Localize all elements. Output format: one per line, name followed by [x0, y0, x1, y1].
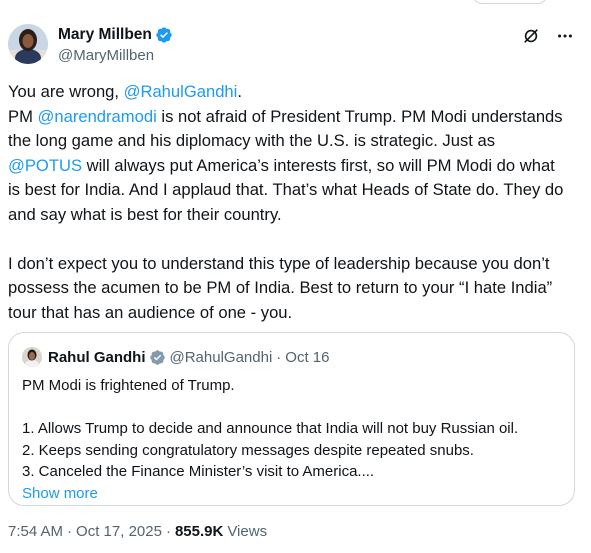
tweet-text-segment: .: [237, 82, 242, 101]
author-display-name[interactable]: Mary Millben: [58, 26, 152, 44]
quoted-verified-badge-icon: [149, 349, 166, 366]
grok-icon[interactable]: [521, 26, 541, 46]
tweet-date[interactable]: Oct 17, 2025: [76, 523, 162, 540]
quoted-author-handle: @RahulGandhi: [169, 348, 273, 366]
quoted-list-item-2: 2. Keeps sending congratulatory messages…: [22, 441, 474, 459]
mention-rahulgandhi-link[interactable]: @RahulGandhi: [124, 82, 238, 101]
tweet-text-segment: will always put America’s interests firs…: [8, 155, 564, 224]
quoted-list-item-1: 1. Allows Trump to decide and announce t…: [22, 420, 519, 437]
quoted-author-display-name: Rahul Gandhi: [48, 348, 146, 366]
tweet-paragraph-2: PM @narendramodi is not afraid of Presid…: [8, 105, 568, 228]
views-label: Views: [227, 523, 268, 540]
quoted-separator: ·: [276, 348, 282, 366]
quoted-list-item-3: 3. Canceled the Finance Minister’s visit…: [22, 463, 375, 480]
quoted-tweet-card[interactable]: Rahul Gandhi @RahulGandhi · Oct 16 PM Mo…: [8, 332, 575, 506]
tweet-paragraph-3: I don’t expect you to understand this ty…: [8, 253, 553, 322]
quoted-author-avatar: [22, 347, 42, 367]
views-count[interactable]: 855.9K: [175, 523, 223, 540]
author-handle[interactable]: @MaryMillben: [58, 47, 173, 64]
mention-narendramodi-link[interactable]: @narendramodi: [38, 107, 157, 126]
meta-separator: ·: [67, 523, 73, 540]
mention-potus-link[interactable]: @POTUS: [8, 156, 82, 175]
tweet-meta: 7:54 AM · Oct 17, 2025 · 855.9K Views: [8, 523, 267, 540]
header-actions: [521, 24, 575, 46]
show-more-link[interactable]: Show more: [22, 483, 561, 505]
more-icon[interactable]: [555, 26, 575, 46]
tweet-text-segment: You are wrong,: [8, 82, 124, 101]
quoted-line-1: PM Modi is frightened of Trump.: [22, 377, 235, 394]
quoted-tweet-date: Oct 16: [285, 348, 330, 366]
meta-separator: ·: [165, 523, 171, 540]
author-avatar[interactable]: [8, 24, 48, 64]
quoted-tweet-body: PM Modi is frightened of Trump. 1. Allow…: [22, 375, 561, 504]
author-names: Mary Millben @MaryMillben: [58, 24, 173, 64]
quoted-tweet-header: Rahul Gandhi @RahulGandhi · Oct 16: [22, 347, 561, 367]
tweet-time[interactable]: 7:54 AM: [8, 523, 63, 540]
tweet-text-segment: PM: [8, 106, 38, 126]
tweet-header: Mary Millben @MaryMillben: [8, 24, 575, 68]
top-pill-button[interactable]: [473, 0, 547, 4]
tweet-text: You are wrong, @RahulGandhi. PM @narendr…: [8, 80, 568, 325]
tweet-line-1: You are wrong, @RahulGandhi.: [8, 80, 568, 105]
verified-badge-icon: [155, 26, 173, 44]
